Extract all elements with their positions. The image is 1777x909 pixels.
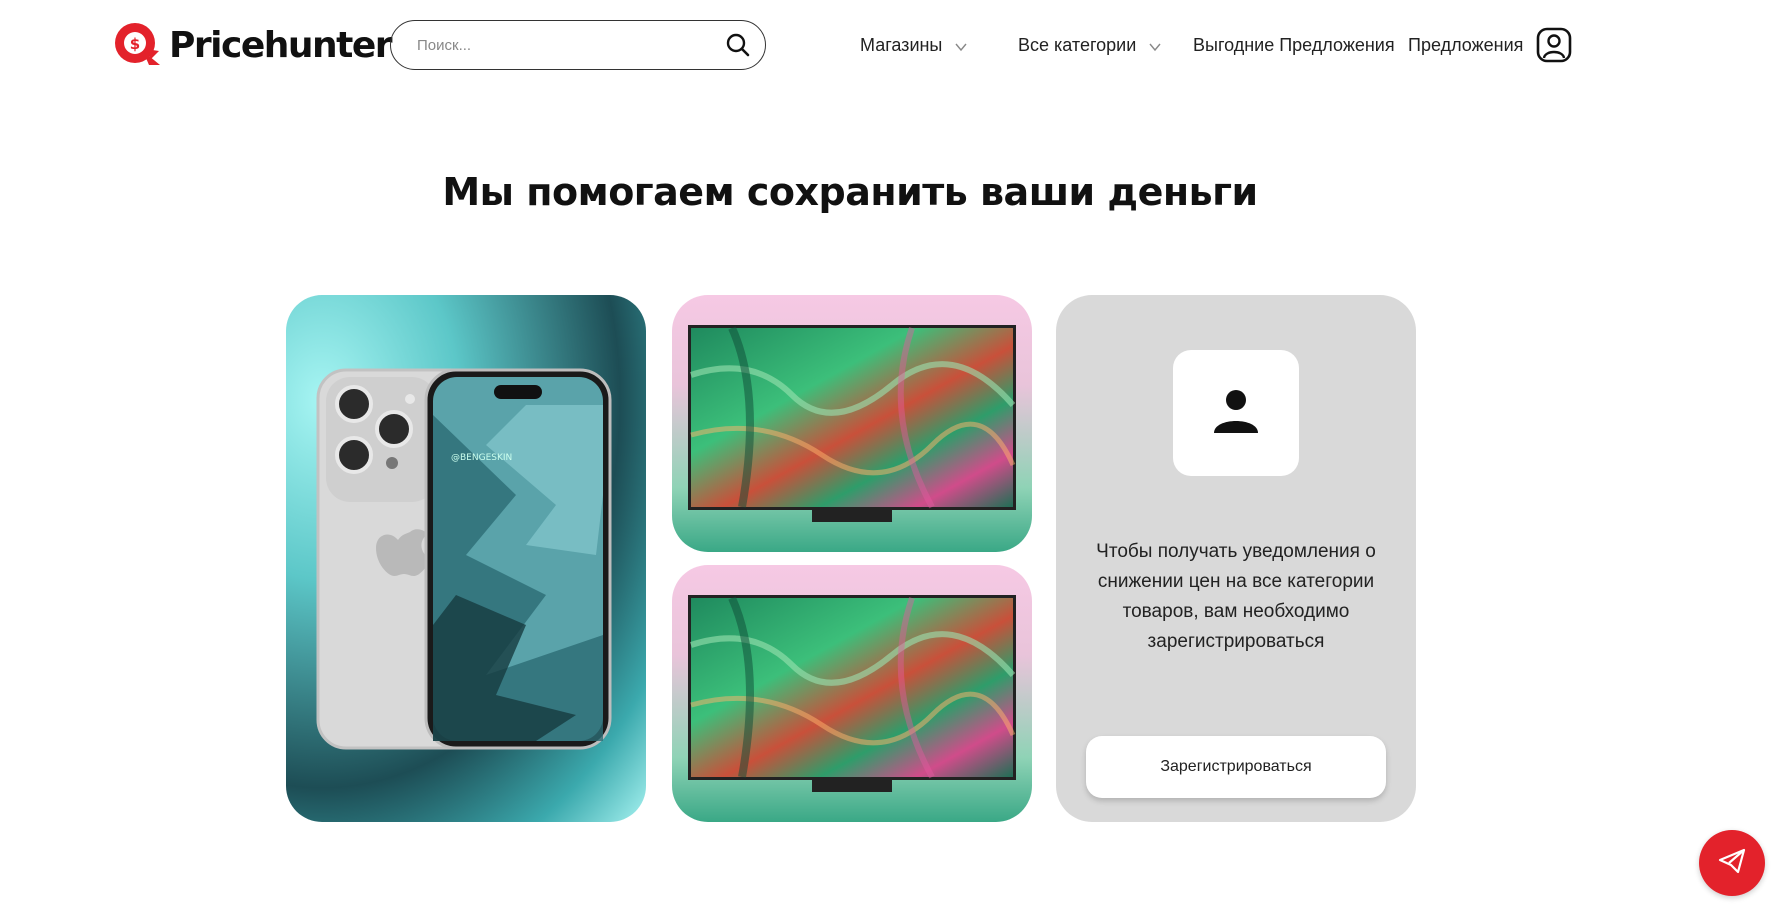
site-header: $ Pricehunter Магазины Все категории Выг… (0, 0, 1777, 90)
nav-stores-label: Магазины (860, 34, 943, 55)
telegram-button[interactable] (1699, 830, 1765, 896)
phone-watermark: @BENGESKIN (451, 453, 512, 463)
search-bar (390, 20, 766, 70)
tv-promo-card[interactable] (672, 295, 1032, 552)
nav-offers-link[interactable]: Предложения (1408, 31, 1523, 59)
register-card: Чтобы получать уведомления о снижении це… (1056, 295, 1416, 822)
hero-title: Мы помогаем сохранить ваши деньги (442, 170, 1258, 214)
profile-icon[interactable] (1536, 27, 1572, 63)
register-button[interactable]: Зарегистрироваться (1086, 736, 1386, 798)
tv-image (688, 595, 1016, 792)
logo-icon: $ (113, 21, 163, 69)
logo-text: Pricehunter (169, 24, 393, 66)
chevron-down-icon (1148, 38, 1162, 52)
phone-image: @BENGESKIN (316, 368, 612, 750)
nav-categories-dropdown[interactable]: Все категории (1018, 31, 1162, 59)
tv-image (688, 325, 1016, 522)
nav-categories-label: Все категории (1018, 34, 1137, 55)
phone-promo-card[interactable]: @BENGESKIN (286, 295, 646, 822)
register-avatar (1173, 350, 1299, 476)
chevron-down-icon (954, 38, 968, 52)
register-message: Чтобы получать уведомления о снижении це… (1096, 541, 1376, 652)
search-icon[interactable] (725, 32, 751, 58)
nav-deals-link[interactable]: Выгодние Предложения (1193, 31, 1395, 59)
svg-text:$: $ (130, 35, 140, 53)
logo[interactable]: $ Pricehunter (113, 21, 393, 69)
tv-promo-card[interactable] (672, 565, 1032, 822)
user-icon (1212, 387, 1260, 440)
telegram-icon (1717, 846, 1747, 881)
search-input[interactable] (417, 36, 725, 54)
nav-stores-dropdown[interactable]: Магазины (860, 31, 968, 59)
